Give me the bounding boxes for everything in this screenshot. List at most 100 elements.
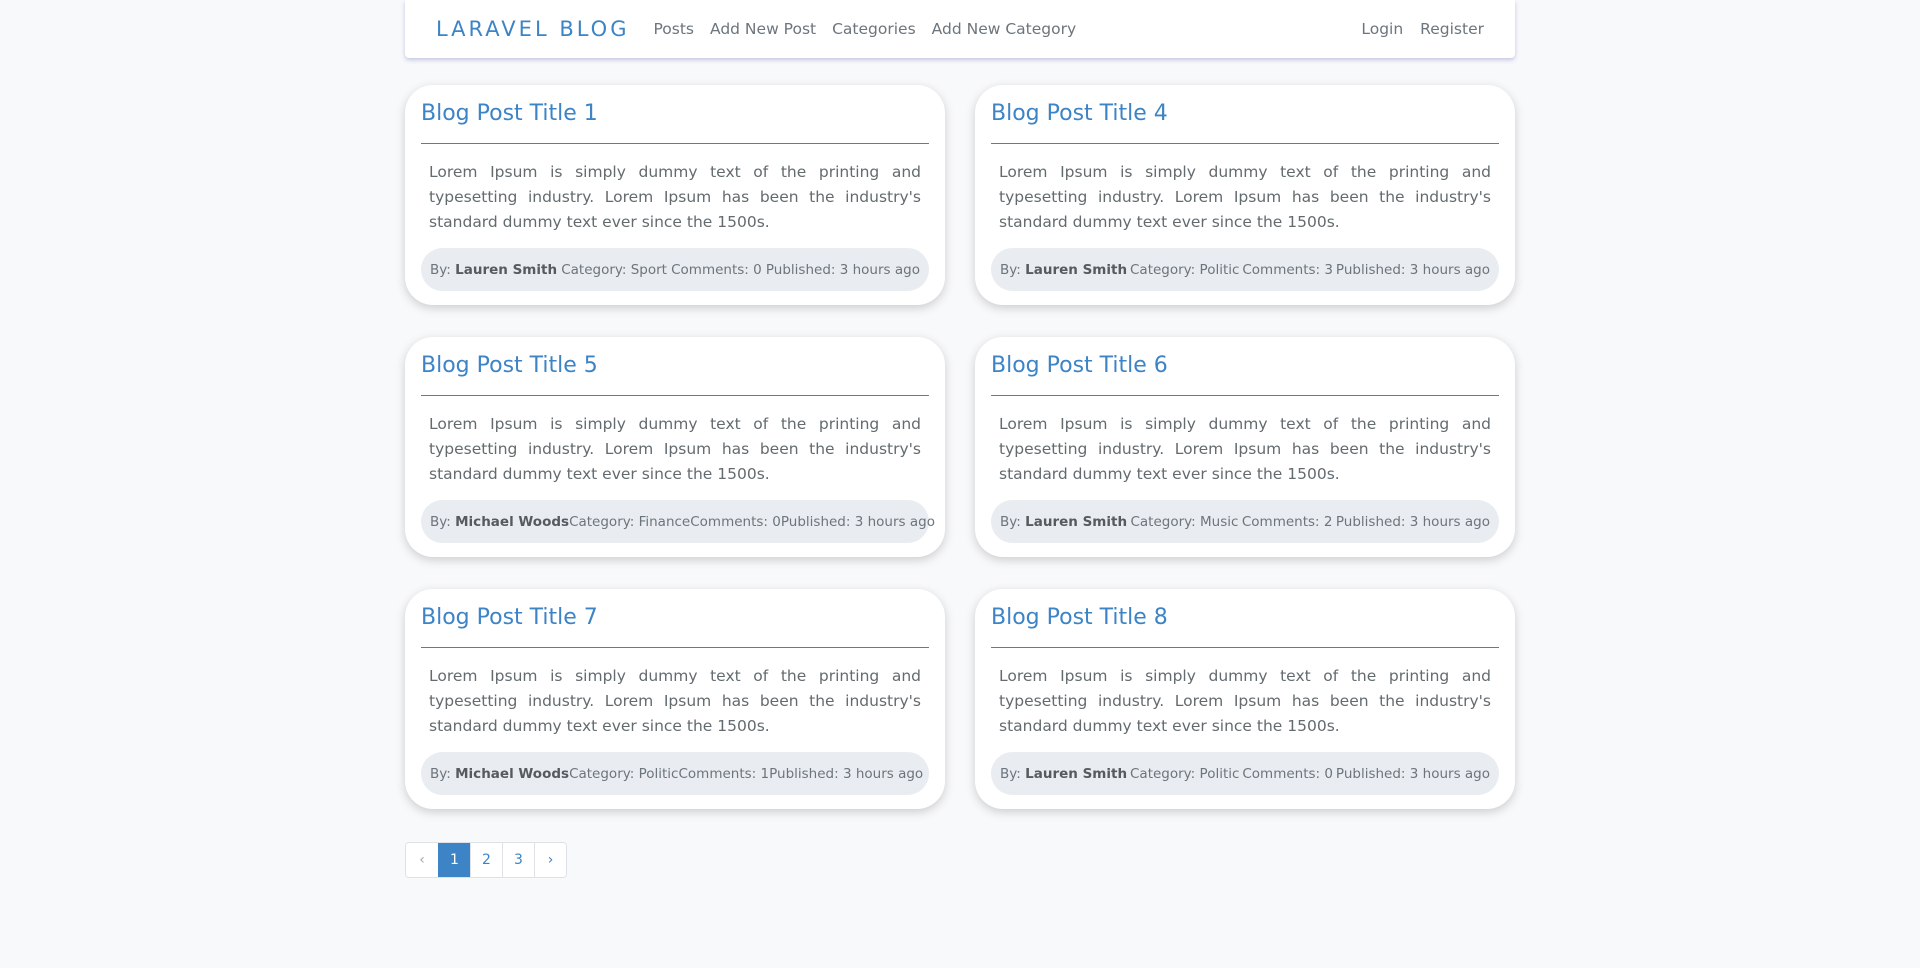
published-time: 3 hours ago — [854, 513, 935, 530]
author-name: Lauren Smith — [1025, 261, 1128, 278]
author-label: By: — [1000, 261, 1021, 278]
author-label: By: — [1000, 513, 1021, 530]
page-container: LARAVEL BLOG Posts Add New Post Categori… — [405, 0, 1515, 878]
post-card: Blog Post Title 7 Lorem Ipsum is simply … — [405, 589, 945, 809]
comments-count: 0 — [753, 261, 762, 278]
post-title[interactable]: Blog Post Title 7 — [421, 589, 929, 648]
published-label: Published: — [1335, 513, 1406, 530]
post-comments: Comments: 3 — [1242, 262, 1333, 278]
category-value: Finance — [638, 513, 691, 530]
author-name: Lauren Smith — [1025, 513, 1128, 530]
post-title[interactable]: Blog Post Title 6 — [991, 337, 1499, 396]
post-meta: By: Lauren Smith Category: Politic Comme… — [991, 752, 1499, 795]
pagination: ‹ 1 2 3 › — [405, 842, 567, 878]
author-label: By: — [430, 513, 451, 530]
category-label: Category: — [1130, 261, 1196, 278]
post-comments: Comments: 0 — [1242, 766, 1333, 782]
post-comments: Comments: 0 — [690, 514, 781, 530]
comments-count: 3 — [1324, 261, 1333, 278]
post-category: Category: Finance — [569, 514, 690, 530]
post-author: By: Lauren Smith — [1000, 514, 1127, 530]
post-meta: By: Lauren Smith Category: Music Comment… — [991, 500, 1499, 543]
post-excerpt: Lorem Ipsum is simply dummy text of the … — [999, 163, 1491, 231]
post-published: Published: 3 hours ago — [769, 766, 923, 782]
post-meta: By: Michael Woods Category: Politic Comm… — [421, 752, 929, 795]
comments-label: Comments: — [1242, 765, 1321, 782]
comments-count: 0 — [772, 513, 781, 530]
post-category: Category: Politic — [1130, 262, 1239, 278]
auth-links: Login Register — [1344, 20, 1484, 38]
author-name: Lauren Smith — [455, 261, 558, 278]
post-author: By: Michael Woods — [430, 766, 569, 782]
pagination-page-3[interactable]: 3 — [502, 843, 534, 877]
brand-logo[interactable]: LARAVEL BLOG — [436, 17, 629, 41]
published-label: Published: — [1335, 261, 1406, 278]
nav-link-add-new-post[interactable]: Add New Post — [710, 20, 816, 38]
pagination-page-2[interactable]: 2 — [470, 843, 502, 877]
post-card: Blog Post Title 1 Lorem Ipsum is simply … — [405, 85, 945, 305]
nav-links: Posts Add New Post Categories Add New Ca… — [645, 20, 1084, 38]
post-cards-grid: Blog Post Title 1 Lorem Ipsum is simply … — [405, 85, 1515, 809]
pagination-page-1[interactable]: 1 — [438, 843, 470, 877]
category-value: Music — [1200, 513, 1239, 530]
pagination-next[interactable]: › — [534, 843, 566, 877]
post-title[interactable]: Blog Post Title 1 — [421, 85, 929, 144]
published-label: Published: — [780, 513, 851, 530]
post-excerpt: Lorem Ipsum is simply dummy text of the … — [429, 163, 921, 231]
category-value: Politic — [1199, 261, 1240, 278]
post-author: By: Lauren Smith — [1000, 766, 1127, 782]
author-label: By: — [430, 765, 451, 782]
comments-label: Comments: — [678, 765, 757, 782]
author-name: Michael Woods — [455, 513, 570, 530]
category-value: Sport — [630, 261, 667, 278]
published-time: 3 hours ago — [1409, 261, 1490, 278]
login-link[interactable]: Login — [1361, 20, 1403, 38]
post-category: Category: Politic — [1130, 766, 1239, 782]
author-name: Lauren Smith — [1025, 765, 1128, 782]
pagination-prev[interactable]: ‹ — [406, 843, 438, 877]
navbar: LARAVEL BLOG Posts Add New Post Categori… — [405, 0, 1515, 58]
comments-label: Comments: — [671, 261, 749, 278]
post-excerpt: Lorem Ipsum is simply dummy text of the … — [429, 415, 921, 483]
published-label: Published: — [1335, 765, 1406, 782]
nav-link-categories[interactable]: Categories — [832, 20, 916, 38]
post-comments: Comments: 0 — [671, 262, 762, 278]
post-title[interactable]: Blog Post Title 5 — [421, 337, 929, 396]
published-time: 3 hours ago — [1409, 765, 1490, 782]
category-value: Politic — [1199, 765, 1240, 782]
post-title[interactable]: Blog Post Title 8 — [991, 589, 1499, 648]
comments-label: Comments: — [690, 513, 768, 530]
author-name: Michael Woods — [455, 765, 570, 782]
post-published: Published: 3 hours ago — [781, 514, 935, 530]
post-author: By: Lauren Smith — [430, 262, 557, 278]
post-published: Published: 3 hours ago — [766, 262, 920, 278]
post-author: By: Michael Woods — [430, 514, 569, 530]
category-label: Category: — [1130, 765, 1196, 782]
nav-link-add-new-category[interactable]: Add New Category — [932, 20, 1076, 38]
published-time: 3 hours ago — [839, 261, 920, 278]
post-published: Published: 3 hours ago — [1336, 262, 1490, 278]
post-category: Category: Music — [1130, 514, 1238, 530]
post-category: Category: Sport — [561, 262, 667, 278]
post-excerpt: Lorem Ipsum is simply dummy text of the … — [999, 667, 1491, 735]
published-label: Published: — [765, 261, 836, 278]
category-label: Category: — [569, 765, 635, 782]
post-meta: By: Lauren Smith Category: Politic Comme… — [991, 248, 1499, 291]
post-excerpt: Lorem Ipsum is simply dummy text of the … — [999, 415, 1491, 483]
comments-count: 1 — [760, 765, 770, 782]
post-card: Blog Post Title 6 Lorem Ipsum is simply … — [975, 337, 1515, 557]
post-published: Published: 3 hours ago — [1336, 514, 1490, 530]
post-published: Published: 3 hours ago — [1336, 766, 1490, 782]
post-comments: Comments: 1 — [678, 766, 769, 782]
category-label: Category: — [561, 261, 627, 278]
category-value: Politic — [638, 765, 679, 782]
post-meta: By: Lauren Smith Category: Sport Comment… — [421, 248, 929, 291]
post-card: Blog Post Title 5 Lorem Ipsum is simply … — [405, 337, 945, 557]
post-meta: By: Michael Woods Category: Finance Comm… — [421, 500, 935, 543]
nav-link-posts[interactable]: Posts — [653, 20, 694, 38]
author-label: By: — [430, 261, 451, 278]
category-label: Category: — [1130, 513, 1196, 530]
register-link[interactable]: Register — [1420, 20, 1484, 38]
post-author: By: Lauren Smith — [1000, 262, 1127, 278]
post-title[interactable]: Blog Post Title 4 — [991, 85, 1499, 144]
